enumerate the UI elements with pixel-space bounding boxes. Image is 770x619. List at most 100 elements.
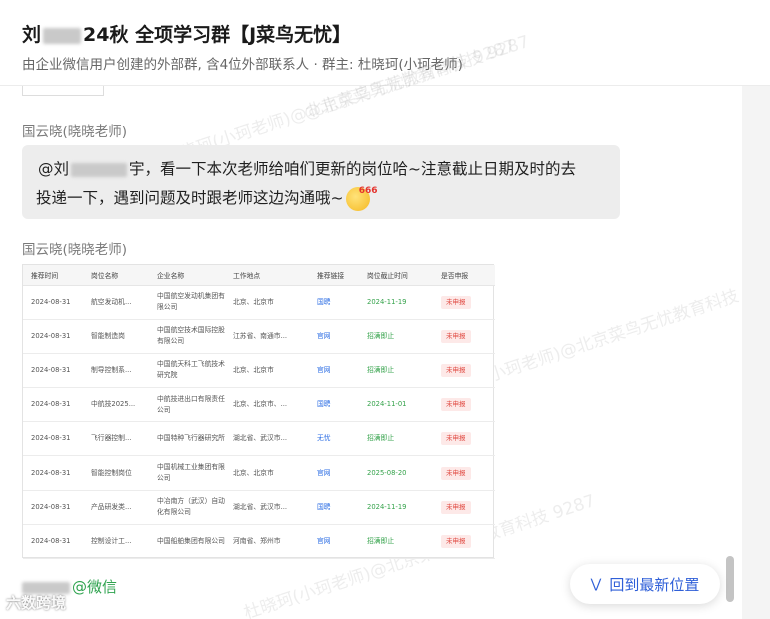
table-cell: 未申报 [433, 524, 495, 560]
status-badge: 未申报 [441, 295, 471, 309]
table-cell: 未申报 [433, 387, 495, 423]
double-chevron-down-icon: ⋁ [590, 576, 602, 592]
table-cell: 湖北省、武汉市... [225, 490, 309, 525]
table-cell: 中国航空技术国际控股有限公司 [149, 319, 225, 354]
status-badge: 未申报 [441, 466, 471, 480]
table-row: 2024-08-31 产品研发类... 中冶南方（武汉）自动化有限公司 湖北省、… [23, 490, 495, 525]
message-bubble[interactable]: @刘xxxx宇，看一下本次老师给咱们更新的岗位哈~注意截止日期及时的去 投递一下… [22, 145, 620, 219]
status-badge: 未申报 [441, 363, 471, 377]
table-header-row: 推荐时间 岗位名称 企业名称 工作地点 推荐链接 岗位截止时间 是否申报 [23, 265, 495, 286]
table-cell: 中冶南方（武汉）自动化有限公司 [149, 490, 225, 525]
table-cell: 国聘 [309, 285, 359, 320]
table-cell: 北京、北京市、... [225, 387, 309, 423]
scrollbar-track[interactable] [742, 86, 770, 619]
table-cell: 控制设计工... [83, 524, 149, 560]
message-line-2: 投递一下，遇到问题及时跟老师这边沟通哦~ 666 [36, 184, 606, 213]
table-cell: 2024-11-19 [359, 490, 433, 525]
emoji-label: 666 [358, 185, 378, 196]
scrollbar-thumb[interactable] [726, 556, 734, 602]
table-cell: 制导控制系... [83, 353, 149, 389]
redacted-name: xx [43, 27, 82, 44]
table-cell: 未申报 [433, 455, 495, 491]
jump-to-latest-button[interactable]: ⋁ 回到最新位置 [570, 564, 720, 604]
message-sender: 国云晓(晓晓老师) [22, 242, 128, 258]
table-cell: 2024-08-31 [23, 490, 83, 525]
table-cell: 官网 [309, 353, 359, 389]
table-row: 2024-08-31 制导控制系... 中国航天科工飞航技术研究院 北京、北京市… [23, 353, 495, 389]
group-title-suffix: 24秋 全项学习群【J菜鸟无忧】 [83, 24, 352, 46]
table-cell: 中国航天科工飞航技术研究院 [149, 353, 225, 389]
table-cell: 湖北省、武汉市... [225, 421, 309, 457]
chat-header: 刘xx24秋 全项学习群【J菜鸟无忧】 由企业微信用户创建的外部群, 含4位外部… [0, 0, 770, 86]
table-cell: 国聘 [309, 387, 359, 423]
table-cell: 2024-08-31 [23, 421, 83, 457]
corner-logo: 六数跨境 [6, 594, 67, 612]
group-subtitle: 由企业微信用户创建的外部群, 含4位外部联系人 · 群主: 杜晓珂(小珂老师) [22, 57, 463, 73]
mention[interactable]: @刘 [38, 160, 69, 178]
table-row: 2024-08-31 飞行器控制... 中国特种飞行器研究所 湖北省、武汉市..… [23, 421, 495, 457]
table-cell: 智能制造岗 [83, 319, 149, 354]
table-cell: 中航技进出口有限责任公司 [149, 387, 225, 423]
status-badge: 未申报 [441, 432, 471, 446]
table-cell: 未申报 [433, 490, 495, 525]
table-cell: 招满即止 [359, 353, 433, 389]
table-cell: 2024-08-31 [23, 524, 83, 560]
table-header: 推荐链接 [309, 265, 359, 286]
table-cell: 产品研发类... [83, 490, 149, 525]
table-cell: 中国机械工业集团有限公司 [149, 455, 225, 491]
table-cell: 北京、北京市 [225, 455, 309, 491]
table-cell: 官网 [309, 455, 359, 491]
table-cell: 招满即止 [359, 524, 433, 560]
message-text: 投递一下，遇到问题及时跟老师这边沟通哦~ [36, 189, 344, 207]
table-cell: 河南省、郑州市 [225, 524, 309, 560]
job-table-image[interactable]: 推荐时间 岗位名称 企业名称 工作地点 推荐链接 岗位截止时间 是否申报 202… [22, 264, 495, 560]
table-cell: 招满即止 [359, 421, 433, 457]
table-cell: 江苏省、南通市... [225, 319, 309, 354]
table-cell: 飞行器控制... [83, 421, 149, 457]
table-row: 2024-08-31 智能制造岗 中国航空技术国际控股有限公司 江苏省、南通市.… [23, 319, 495, 354]
table-cell: 中国船舶集团有限公司 [149, 524, 225, 560]
status-badge: 未申报 [441, 534, 471, 548]
table-cell: 招满即止 [359, 319, 433, 354]
table-cell: 未申报 [433, 421, 495, 457]
table-cell: 未申报 [433, 319, 495, 354]
table-cell: 中航技2025... [83, 387, 149, 423]
table-row: 2024-08-31 控制设计工... 中国船舶集团有限公司 河南省、郑州市 官… [23, 524, 495, 560]
table-header: 企业名称 [149, 265, 225, 286]
status-badge: 未申报 [441, 398, 471, 412]
table-cell: 未申报 [433, 353, 495, 389]
previous-message-card[interactable] [22, 86, 104, 96]
table-cell: 官网 [309, 524, 359, 560]
table-header: 岗位名称 [83, 265, 149, 286]
message-sender: 国云晓(晓晓老师) [22, 124, 128, 140]
table-cell: 未申报 [433, 285, 495, 320]
message-text: 宇，看一下本次老师给咱们更新的岗位哈~注意截止日期及时的去 [129, 160, 577, 178]
jump-to-latest-label: 回到最新位置 [609, 575, 700, 594]
table-cell: 2024-08-31 [23, 455, 83, 491]
table-cell: 航空发动机... [83, 285, 149, 320]
group-title[interactable]: 刘xx24秋 全项学习群【J菜鸟无忧】 [22, 20, 351, 47]
status-badge: 未申报 [441, 329, 471, 343]
table-row: 2024-08-31 中航技2025... 中航技进出口有限责任公司 北京、北京… [23, 387, 495, 423]
table-cell: 官网 [309, 319, 359, 354]
table-cell: 2024-08-31 [23, 319, 83, 354]
table-cell: 2024-11-19 [359, 285, 433, 320]
table-cell: 中国特种飞行器研究所 [149, 421, 225, 457]
table-header: 是否申报 [433, 265, 495, 286]
table-cell: 无忧 [309, 421, 359, 457]
smirk-emoji-icon: 666 [345, 186, 378, 211]
table-cell: 2024-08-31 [23, 387, 83, 423]
table-header: 岗位截止时间 [359, 265, 433, 286]
group-title-prefix: 刘 [22, 24, 42, 46]
table-cell: 2024-08-31 [23, 353, 83, 389]
table-header: 工作地点 [225, 265, 309, 286]
table-row: 2024-08-31 航空发动机... 中国航空发动机集团有限公司 北京、北京市… [23, 285, 495, 320]
redacted-name: xxxx [71, 162, 128, 177]
table-cell: 2024-11-01 [359, 387, 433, 423]
wechat-suffix: @微信 [72, 578, 118, 596]
table-cell: 北京、北京市 [225, 285, 309, 320]
table-cell: 2024-08-31 [23, 285, 83, 320]
table-cell: 国聘 [309, 490, 359, 525]
message-line-1: @刘xxxx宇，看一下本次老师给咱们更新的岗位哈~注意截止日期及时的去 [36, 155, 606, 184]
table-cell: 2025-08-20 [359, 455, 433, 491]
